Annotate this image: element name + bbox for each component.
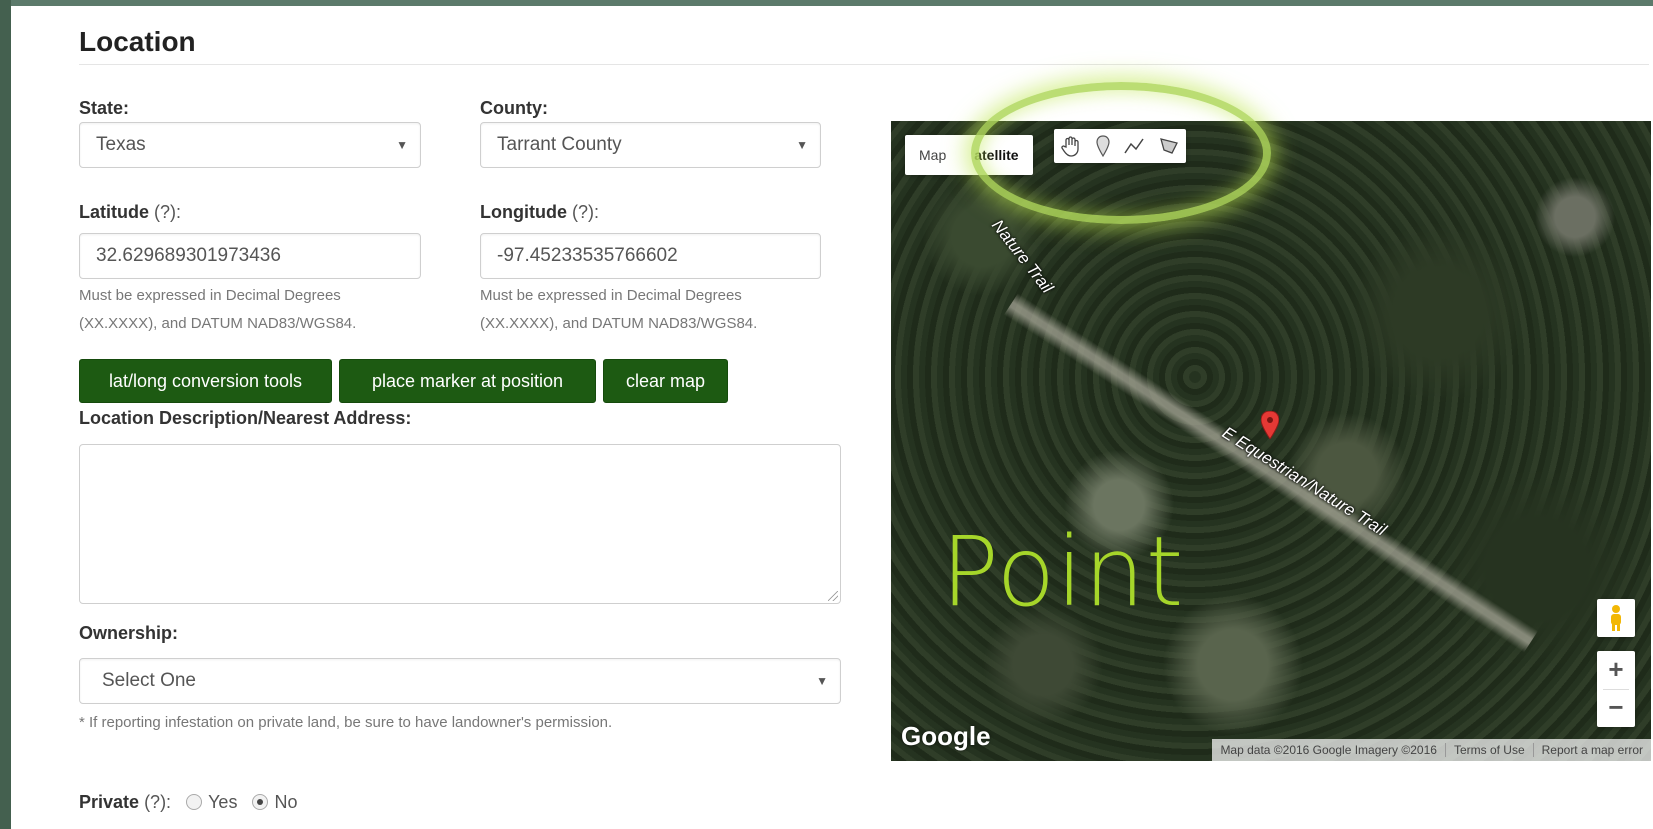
satellite-map[interactable]: Nature Trail E Equestrian/Nature Trail M… — [891, 121, 1651, 761]
longitude-label: Longitude (?): — [480, 202, 599, 223]
longitude-help-line1: Must be expressed in Decimal Degrees — [480, 287, 742, 304]
section-divider — [79, 64, 1649, 65]
zoom-divider — [1603, 689, 1629, 690]
state-value: Texas — [96, 134, 146, 155]
resize-handle-icon[interactable] — [828, 591, 838, 601]
conversion-tools-button[interactable]: lat/long conversion tools — [79, 359, 332, 403]
county-label: County: — [480, 98, 548, 118]
longitude-help-line2: (XX.XXXX), and DATUM NAD83/WGS84. — [480, 315, 758, 332]
ownership-label: Ownership: — [79, 623, 179, 643]
zoom-in-button[interactable]: + — [1597, 651, 1635, 689]
map-data-attribution: Map data ©2016 Google Imagery ©2016 — [1220, 743, 1437, 757]
longitude-help: Must be expressed in Decimal Degrees (XX… — [480, 282, 757, 338]
chevron-down-icon: ▼ — [796, 138, 808, 152]
latitude-value: 32.629689301973436 — [96, 245, 281, 266]
toolbar-highlight-ring — [971, 82, 1271, 224]
chevron-down-icon: ▼ — [816, 674, 828, 688]
google-logo: Google — [901, 721, 991, 751]
zoom-out-button[interactable]: − — [1597, 689, 1635, 727]
report-map-error-link[interactable]: Report a map error — [1532, 743, 1651, 757]
ownership-select[interactable]: Select One ▼ — [79, 658, 841, 704]
longitude-help-link[interactable]: (?): — [572, 202, 599, 222]
private-yes-radio[interactable] — [186, 794, 203, 810]
private-no-radio[interactable] — [252, 794, 269, 810]
map-type-map-button[interactable]: Map — [905, 135, 960, 175]
private-no-label[interactable]: No — [274, 792, 297, 812]
section-title: Location — [79, 26, 196, 57]
state-select[interactable]: Texas ▼ — [79, 122, 421, 168]
county-select[interactable]: Tarrant County ▼ — [480, 122, 821, 168]
private-yes-label[interactable]: Yes — [208, 792, 237, 812]
latitude-label-text: Latitude — [79, 202, 149, 222]
county-value: Tarrant County — [497, 134, 622, 155]
point-overlay-label: Point — [941, 516, 1185, 628]
latitude-label: Latitude (?): — [79, 202, 181, 223]
description-textarea[interactable] — [79, 444, 841, 604]
location-panel: Location State: Texas ▼ County: Tarrant … — [11, 6, 1653, 829]
latitude-input[interactable]: 32.629689301973436 — [79, 233, 421, 279]
description-label: Location Description/Nearest Address: — [79, 408, 412, 428]
latitude-help-line2: (XX.XXXX), and DATUM NAD83/WGS84. — [79, 315, 357, 332]
map-attribution: Map data ©2016 Google Imagery ©2016 Term… — [1212, 739, 1651, 761]
state-label: State: — [79, 98, 130, 118]
terms-of-use-link[interactable]: Terms of Use — [1444, 743, 1533, 757]
trail-label-lower: E Equestrian/Nature Trail — [1218, 423, 1390, 540]
latitude-help: Must be expressed in Decimal Degrees (XX… — [79, 282, 356, 338]
chevron-down-icon: ▼ — [396, 138, 408, 152]
clear-map-button[interactable]: clear map — [603, 359, 728, 403]
zoom-control: + − — [1597, 651, 1635, 727]
ownership-value: Select One — [102, 670, 196, 691]
window-frame-left — [0, 0, 11, 829]
place-marker-button[interactable]: place marker at position — [339, 359, 596, 403]
private-row: Private (?): Yes No — [79, 792, 297, 813]
map-marker-icon[interactable] — [1260, 410, 1280, 444]
private-help-link[interactable]: (?): — [144, 792, 171, 812]
latitude-help-line1: Must be expressed in Decimal Degrees — [79, 287, 341, 304]
trail-label-upper: Nature Trail — [988, 216, 1057, 297]
ownership-note: * If reporting infestation on private la… — [79, 714, 613, 731]
longitude-label-text: Longitude — [480, 202, 567, 222]
street-view-pegman-icon[interactable] — [1597, 599, 1635, 637]
longitude-value: -97.45233535766602 — [497, 245, 678, 266]
latitude-help-link[interactable]: (?): — [154, 202, 181, 222]
private-label: Private — [79, 792, 140, 812]
longitude-input[interactable]: -97.45233535766602 — [480, 233, 821, 279]
